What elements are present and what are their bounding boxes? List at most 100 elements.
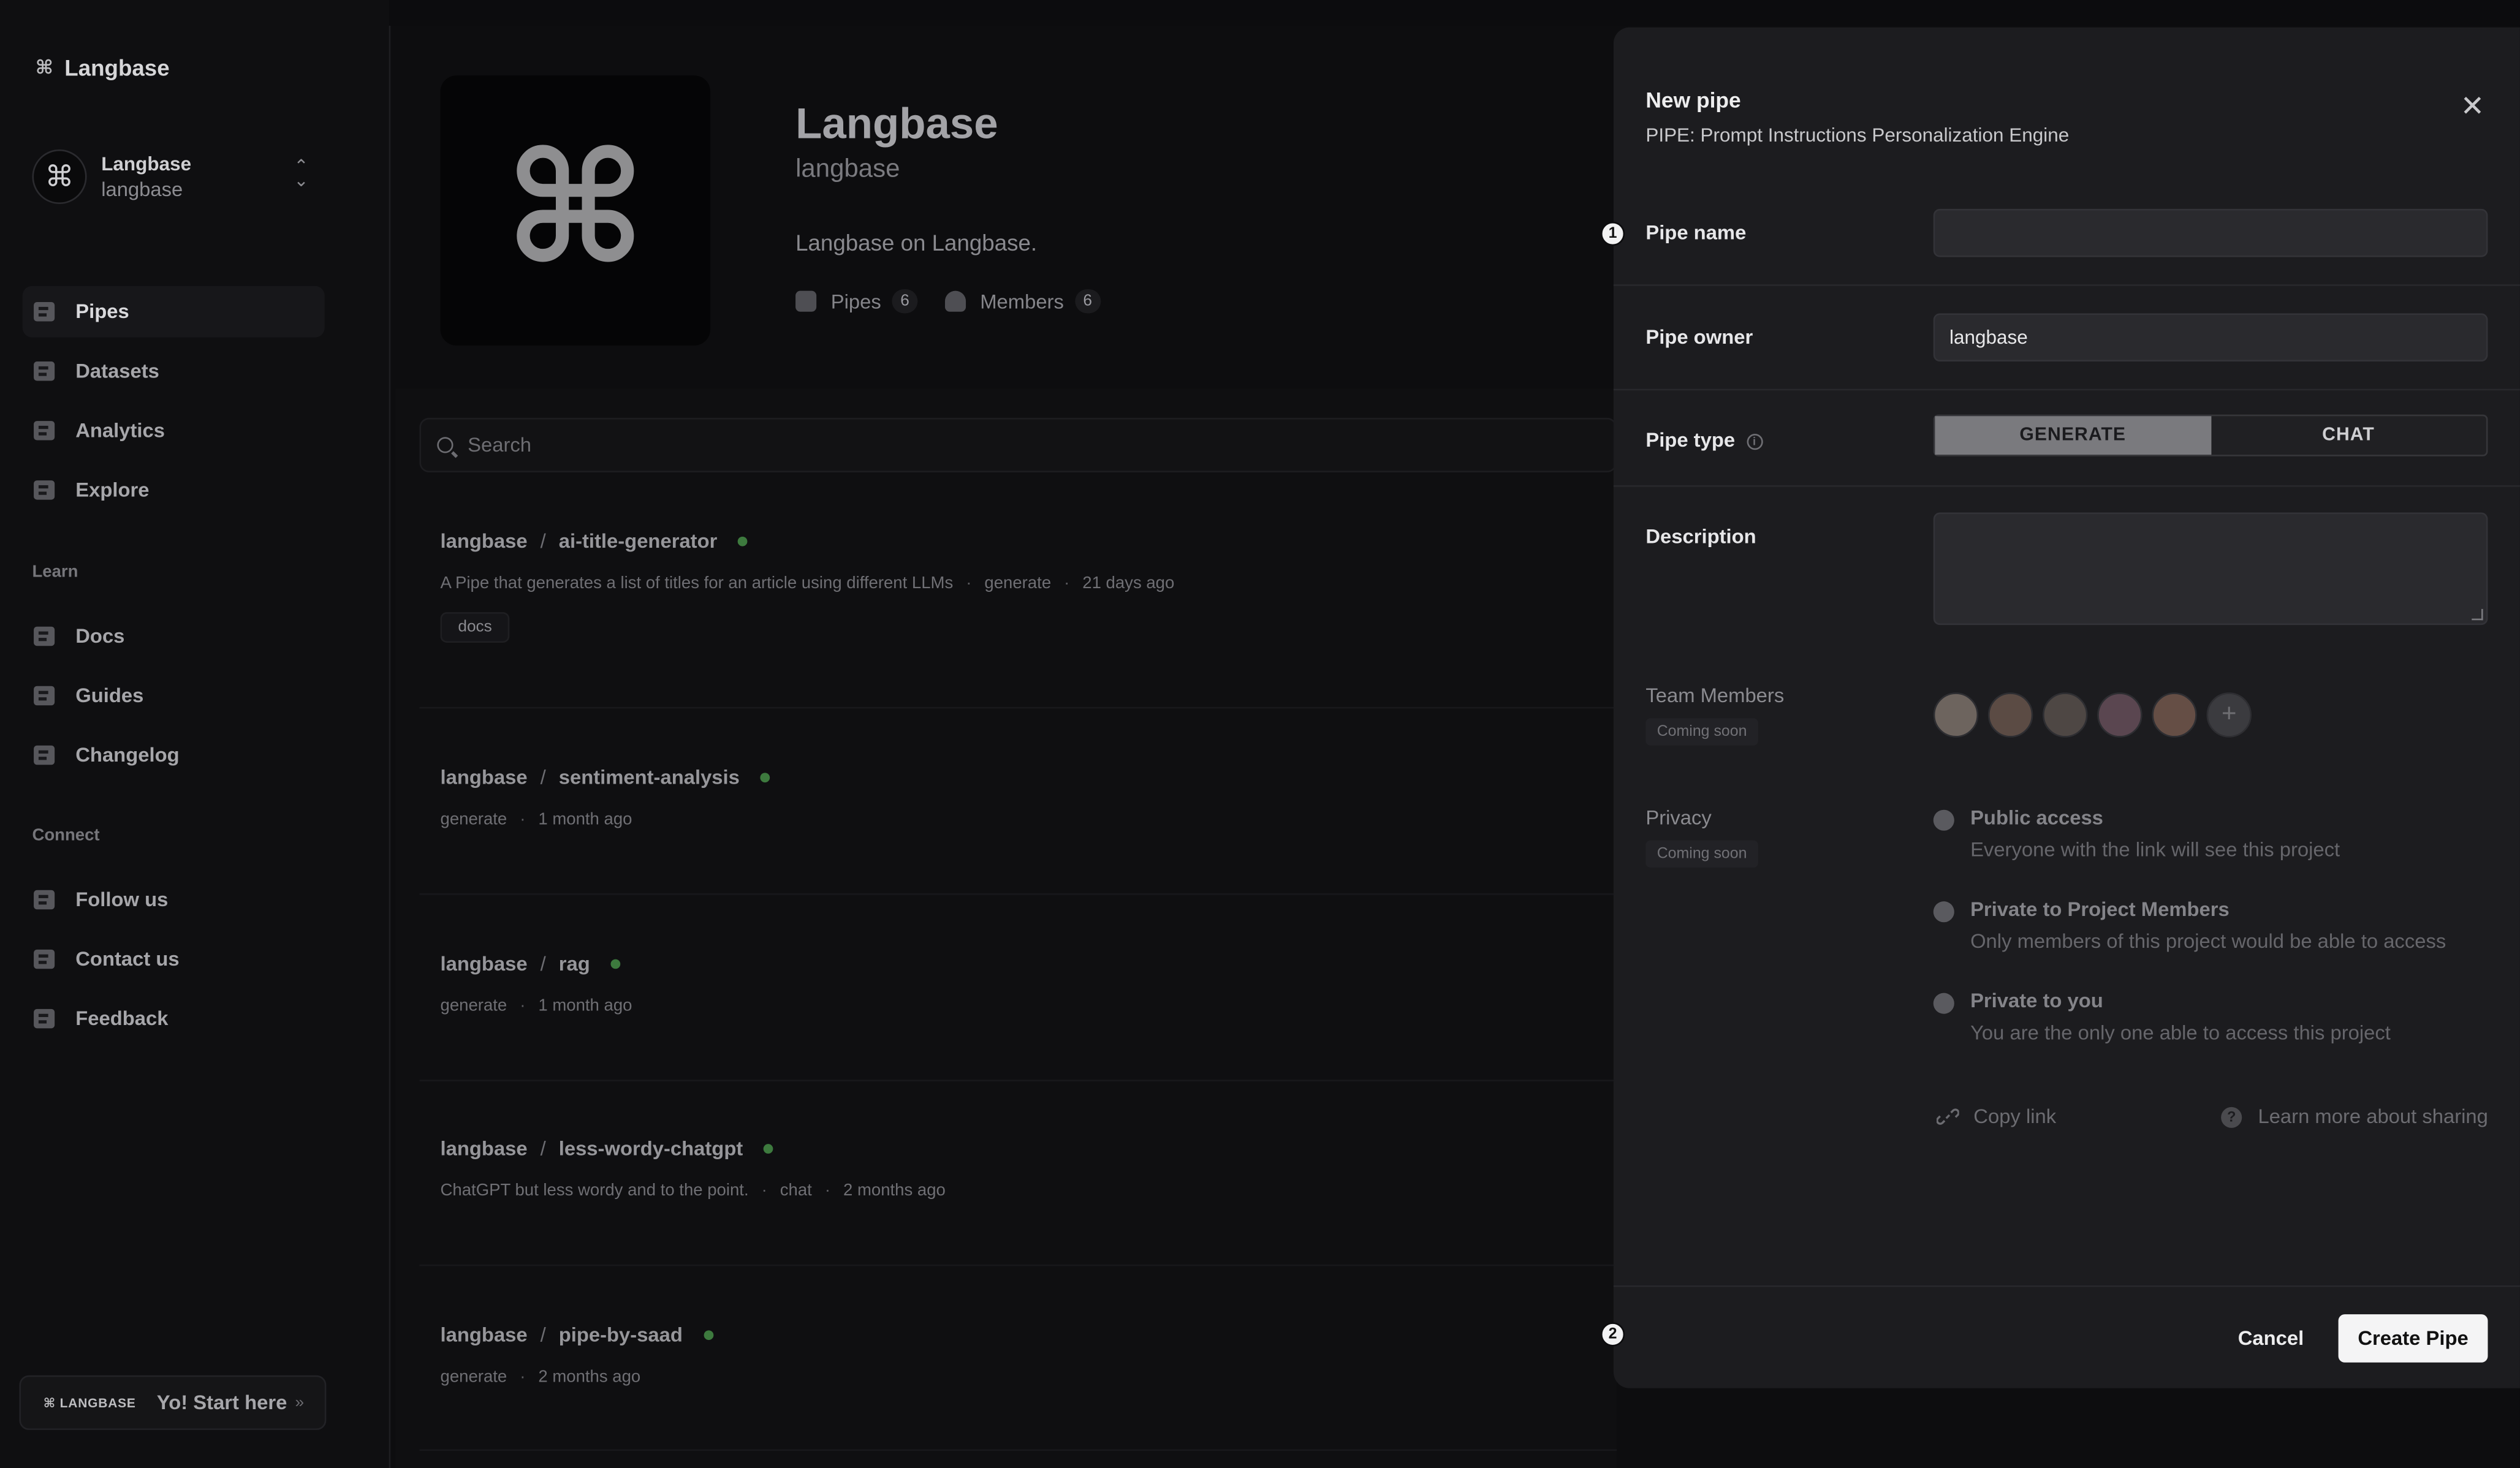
- add-member-icon: +: [2206, 692, 2252, 738]
- sidebar-item-label: Feedback: [75, 1007, 169, 1030]
- stat-members[interactable]: Members 6: [944, 289, 1101, 314]
- status-dot-icon: [764, 1144, 774, 1154]
- team-avatars: +: [1933, 692, 2252, 738]
- pipe-name[interactable]: less-wordy-chatgpt: [559, 1138, 743, 1160]
- stat-count: 6: [1075, 289, 1101, 314]
- description-label: Description: [1645, 525, 1756, 548]
- brand-name: Langbase: [64, 55, 170, 81]
- pipe-tag[interactable]: docs: [440, 612, 510, 643]
- pipe-time: 2 months ago: [843, 1181, 946, 1200]
- search-icon: [437, 437, 454, 453]
- close-icon[interactable]: ✕: [2461, 91, 2485, 120]
- pipe-type-toggle: GENERATE CHAT: [1933, 414, 2488, 456]
- list-item[interactable]: langbase / sentiment-analysis generate · 1…: [441, 766, 1598, 829]
- org-name: Langbase: [101, 153, 192, 175]
- pipe-type-label-text: Pipe type: [1645, 429, 1736, 452]
- privacy-option-desc: You are the only one able to access this…: [1970, 1021, 2391, 1045]
- section-label-connect: Connect: [32, 825, 100, 846]
- dialog-title: New pipe: [1645, 88, 1741, 113]
- search-input[interactable]: Search: [419, 417, 1617, 472]
- sidebar-item-pipes[interactable]: Pipes: [22, 286, 325, 338]
- cube-icon: [795, 290, 817, 312]
- start-here-button[interactable]: ⌘ LANGBASE Yo! Start here »: [19, 1375, 327, 1430]
- info-icon[interactable]: i: [1746, 434, 1763, 450]
- pipe-type-chat-option[interactable]: CHAT: [2211, 416, 2486, 455]
- sidebar-item-contact-us[interactable]: Contact us: [23, 934, 325, 985]
- list-item[interactable]: langbase / less-wordy-chatgpt ChatGPT but…: [441, 1138, 1598, 1200]
- avatar: [2043, 692, 2088, 738]
- pipe-owner[interactable]: langbase: [441, 1324, 528, 1347]
- pipe-owner-label: Pipe owner: [1645, 326, 1753, 349]
- status-dot-icon: [760, 773, 770, 783]
- double-chevron-right-icon: »: [295, 1393, 305, 1412]
- book-icon: [34, 626, 55, 646]
- coming-soon-badge: Coming soon: [1645, 718, 1758, 746]
- sidebar-item-feedback[interactable]: Feedback: [23, 993, 325, 1045]
- sidebar-item-label: Docs: [75, 625, 125, 648]
- account-switcher[interactable]: ⌘ Langbase langbase ⌃ ⌄: [32, 145, 321, 209]
- divider: [1613, 1285, 2520, 1287]
- stat-count: 6: [892, 289, 917, 314]
- radio-button: [1933, 901, 1954, 923]
- pipe-owner[interactable]: langbase: [441, 1138, 528, 1160]
- sidebar-item-docs[interactable]: Docs: [23, 611, 325, 662]
- sidebar-item-label: Follow us: [75, 888, 169, 911]
- divider: [419, 1449, 1617, 1451]
- sidebar-item-label: Explore: [75, 479, 150, 502]
- sidebar-item-label: Analytics: [75, 419, 165, 442]
- sidebar-item-explore[interactable]: Explore: [23, 464, 325, 516]
- coming-soon-badge: Coming soon: [1645, 840, 1758, 868]
- explore-icon: [34, 480, 55, 500]
- chevron-updown-icon[interactable]: ⌃ ⌄: [294, 158, 308, 190]
- pipe-owner-select[interactable]: langbase: [1933, 313, 2488, 362]
- pipe-name[interactable]: pipe-by-saad: [559, 1324, 683, 1347]
- list-item[interactable]: langbase / rag generate · 1 month ago: [441, 953, 1598, 1015]
- sidebar-item-label: Changelog: [75, 744, 180, 766]
- org-description: Langbase on Langbase.: [795, 230, 1038, 255]
- sidebar-item-guides[interactable]: Guides: [23, 670, 325, 722]
- pipe-owner[interactable]: langbase: [441, 766, 528, 789]
- list-item[interactable]: langbase / ai-title-generator A Pipe that…: [440, 530, 1598, 643]
- status-dot-icon: [738, 536, 748, 547]
- pipe-type-generate-option[interactable]: GENERATE: [1935, 416, 2211, 455]
- radio-button: [1933, 993, 1954, 1014]
- pipe-name[interactable]: ai-title-generator: [559, 530, 718, 553]
- pipe-name-input[interactable]: [1933, 208, 2488, 257]
- sidebar-item-label: Contact us: [75, 948, 180, 970]
- pipes-icon: [34, 302, 55, 322]
- sidebar-item-analytics[interactable]: Analytics: [23, 405, 325, 456]
- stat-pipes[interactable]: Pipes 6: [795, 289, 917, 314]
- cancel-button[interactable]: Cancel: [2218, 1314, 2324, 1363]
- divider: [1613, 388, 2520, 391]
- pipe-owner[interactable]: langbase: [441, 953, 528, 975]
- divider: [419, 1080, 1617, 1081]
- pipe-name[interactable]: sentiment-analysis: [559, 766, 740, 789]
- pipe-description: ChatGPT but less wordy and to the point.: [440, 1181, 749, 1200]
- pipe-name[interactable]: rag: [559, 953, 590, 975]
- sidebar-item-follow-us[interactable]: Follow us: [23, 874, 325, 926]
- command-logo-icon: ⌘: [504, 123, 647, 296]
- datasets-icon: [34, 361, 55, 381]
- feedback-icon: [34, 1008, 55, 1029]
- sidebar-item-changelog[interactable]: Changelog: [23, 730, 325, 781]
- app-root: ⌘ Langbase ⌘ Langbase langbase ⌃ ⌄ Pipes …: [0, 0, 2520, 1468]
- sidebar: ⌘ Langbase ⌘ Langbase langbase ⌃ ⌄ Pipes …: [0, 0, 389, 1468]
- brand[interactable]: ⌘ Langbase: [36, 55, 170, 80]
- create-pipe-button[interactable]: Create Pipe: [2338, 1314, 2488, 1363]
- pipe-type: chat: [780, 1181, 812, 1200]
- page-title: Langbase: [795, 99, 998, 148]
- pipe-type: generate: [440, 996, 507, 1016]
- list-item[interactable]: langbase / pipe-by-saad generate · 2 month…: [441, 1324, 1598, 1387]
- status-dot-icon: [704, 1330, 713, 1341]
- privacy-option-title: Private to Project Members: [1970, 898, 2230, 921]
- pipe-owner[interactable]: langbase: [441, 530, 528, 553]
- pipe-time: 2 months ago: [538, 1367, 641, 1387]
- changelog-icon: [34, 745, 55, 765]
- analytics-icon: [34, 421, 55, 441]
- privacy-option-title: Public access: [1970, 806, 2103, 830]
- description-textarea[interactable]: [1933, 512, 2488, 626]
- pipe-type: generate: [440, 1367, 507, 1387]
- sidebar-item-datasets[interactable]: Datasets: [23, 346, 325, 397]
- twitter-icon: [34, 890, 55, 910]
- pipe-name-label: Pipe name: [1645, 221, 1747, 244]
